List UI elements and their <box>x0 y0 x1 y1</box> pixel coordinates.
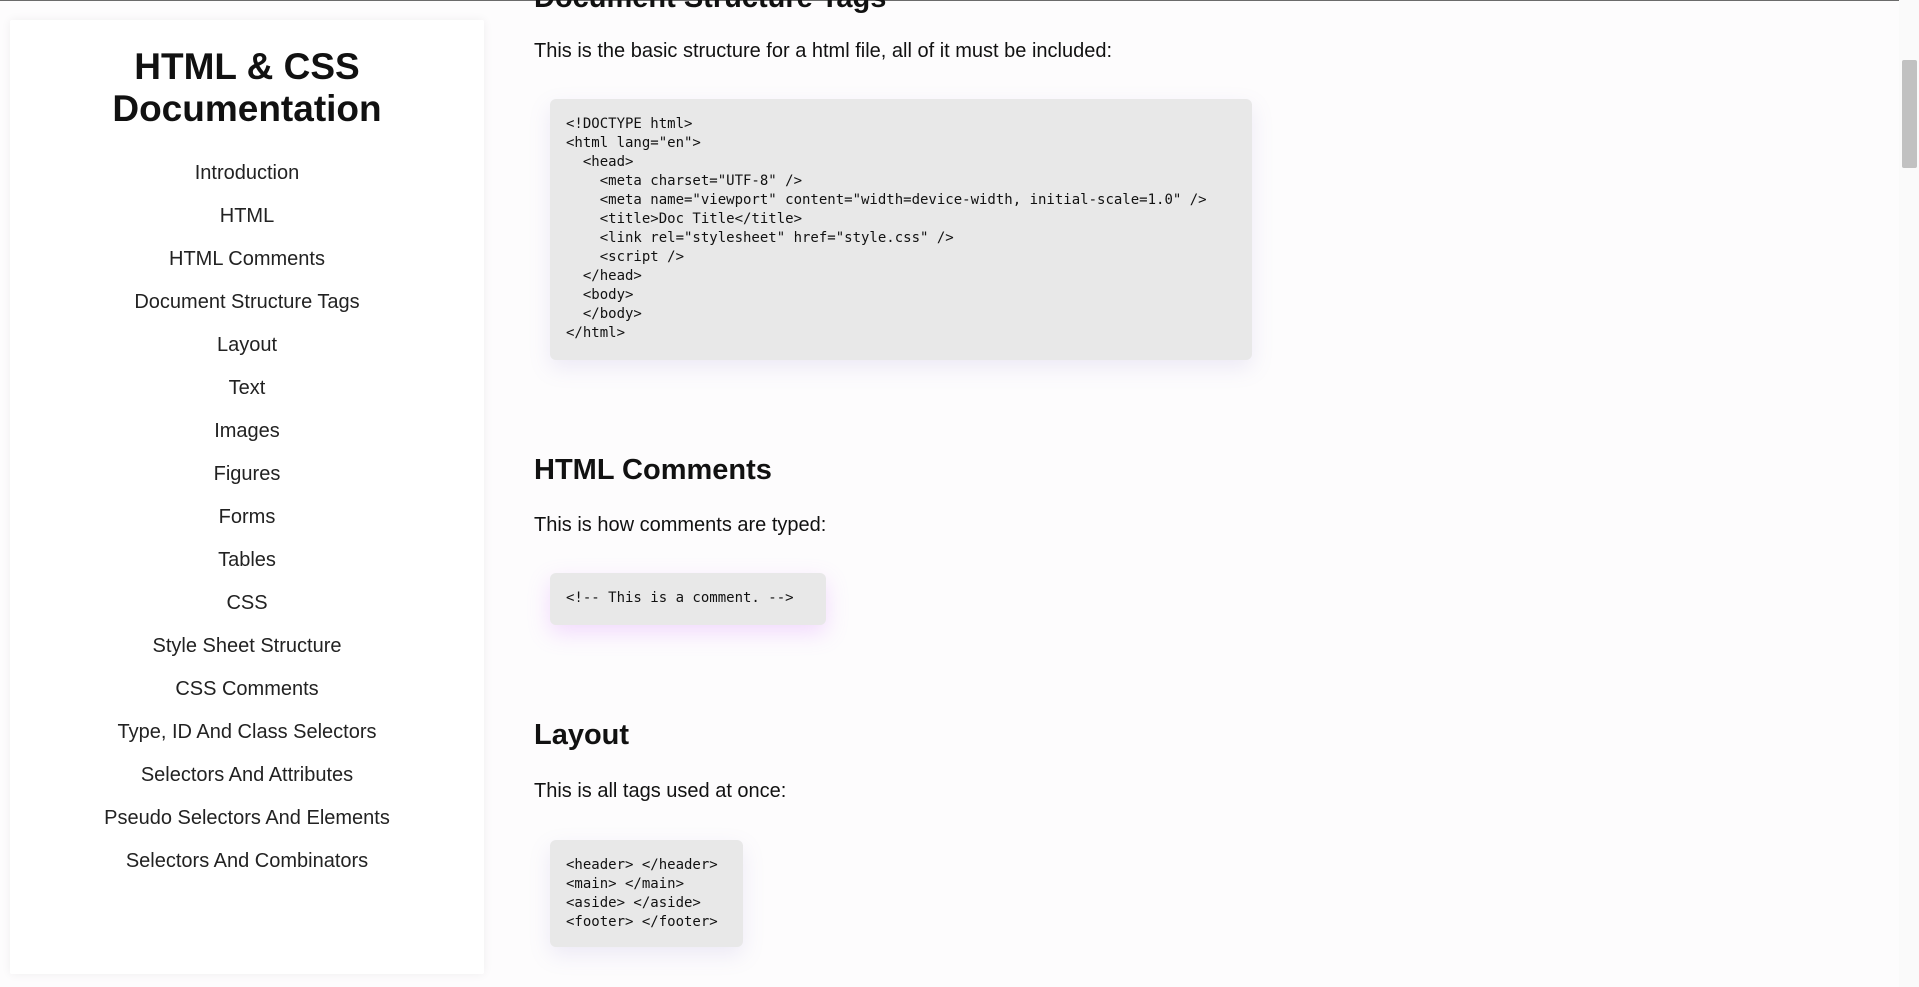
nav-link-style-sheet-structure[interactable]: Style Sheet Structure <box>10 635 484 678</box>
nav-link-introduction[interactable]: Introduction <box>10 162 484 205</box>
section-text: This is how comments are typed: <box>534 514 827 536</box>
section-title: HTML Comments <box>534 454 772 486</box>
section-title: Document Structure Tags <box>534 0 886 15</box>
nav-link-type-id-class-selectors[interactable]: Type, ID And Class Selectors <box>10 721 484 764</box>
nav-link-html[interactable]: HTML <box>10 205 484 248</box>
nav-link-forms[interactable]: Forms <box>10 506 484 549</box>
nav-link-text[interactable]: Text <box>10 377 484 420</box>
nav-link-images[interactable]: Images <box>10 420 484 463</box>
code-block: <header> </header> <main> </main> <aside… <box>550 840 743 947</box>
nav-link-html-comments[interactable]: HTML Comments <box>10 248 484 291</box>
code-block: <!-- This is a comment. --> <box>550 573 826 625</box>
section-text: This is all tags used at once: <box>534 780 787 802</box>
nav-link-selectors-and-attributes[interactable]: Selectors And Attributes <box>10 764 484 807</box>
code-block: <!DOCTYPE html> <html lang="en"> <head> … <box>550 99 1252 360</box>
nav-list: Introduction HTML HTML Comments Document… <box>10 162 484 893</box>
nav-link-tables[interactable]: Tables <box>10 549 484 592</box>
nav-link-document-structure-tags[interactable]: Document Structure Tags <box>10 291 484 334</box>
section-text: This is the basic structure for a html f… <box>534 40 1113 62</box>
nav-link-selectors-and-combinators[interactable]: Selectors And Combinators <box>10 850 484 893</box>
nav-link-pseudo-selectors-and-elements[interactable]: Pseudo Selectors And Elements <box>10 807 484 850</box>
nav-link-css[interactable]: CSS <box>10 592 484 635</box>
scrollbar-thumb[interactable] <box>1902 60 1917 168</box>
main-content: Document Structure Tags This is the basi… <box>534 0 1834 987</box>
nav-link-css-comments[interactable]: CSS Comments <box>10 678 484 721</box>
nav-link-figures[interactable]: Figures <box>10 463 484 506</box>
sidebar-nav: HTML & CSS Documentation Introduction HT… <box>10 20 484 974</box>
section-title: Layout <box>534 719 630 751</box>
sidebar-title: HTML & CSS Documentation <box>112 46 382 129</box>
nav-link-layout[interactable]: Layout <box>10 334 484 377</box>
